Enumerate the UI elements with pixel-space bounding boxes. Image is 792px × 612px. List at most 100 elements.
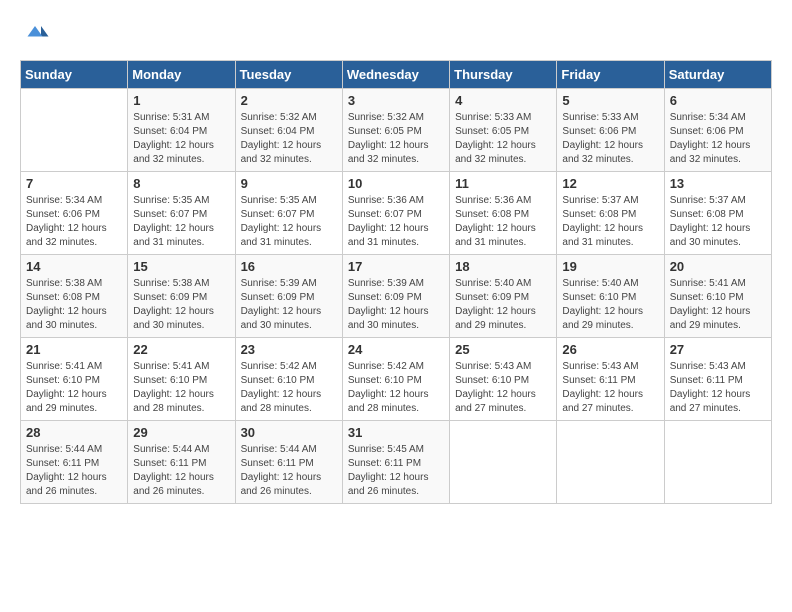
column-header-friday: Friday [557, 61, 664, 89]
calendar-cell: 16 Sunrise: 5:39 AMSunset: 6:09 PMDayligh… [235, 255, 342, 338]
day-number: 4 [455, 93, 551, 108]
day-number: 15 [133, 259, 229, 274]
calendar-cell [664, 421, 771, 504]
day-number: 29 [133, 425, 229, 440]
calendar-cell: 28 Sunrise: 5:44 AMSunset: 6:11 PMDayligh… [21, 421, 128, 504]
calendar-cell: 29 Sunrise: 5:44 AMSunset: 6:11 PMDayligh… [128, 421, 235, 504]
calendar-cell: 26 Sunrise: 5:43 AMSunset: 6:11 PMDayligh… [557, 338, 664, 421]
logo-icon [20, 20, 50, 50]
day-number: 26 [562, 342, 658, 357]
calendar-cell: 6 Sunrise: 5:34 AMSunset: 6:06 PMDaylight… [664, 89, 771, 172]
day-number: 1 [133, 93, 229, 108]
day-number: 6 [670, 93, 766, 108]
calendar-cell: 20 Sunrise: 5:41 AMSunset: 6:10 PMDayligh… [664, 255, 771, 338]
day-info: Sunrise: 5:34 AMSunset: 6:06 PMDaylight:… [26, 194, 122, 250]
day-info: Sunrise: 5:32 AMSunset: 6:05 PMDaylight:… [348, 111, 444, 167]
day-number: 9 [241, 176, 337, 191]
day-info: Sunrise: 5:33 AMSunset: 6:06 PMDaylight:… [562, 111, 658, 167]
calendar-cell: 14 Sunrise: 5:38 AMSunset: 6:08 PMDayligh… [21, 255, 128, 338]
day-number: 30 [241, 425, 337, 440]
day-number: 28 [26, 425, 122, 440]
day-info: Sunrise: 5:38 AMSunset: 6:09 PMDaylight:… [133, 277, 229, 333]
calendar-cell: 7 Sunrise: 5:34 AMSunset: 6:06 PMDaylight… [21, 172, 128, 255]
day-info: Sunrise: 5:34 AMSunset: 6:06 PMDaylight:… [670, 111, 766, 167]
day-number: 7 [26, 176, 122, 191]
calendar-cell: 21 Sunrise: 5:41 AMSunset: 6:10 PMDayligh… [21, 338, 128, 421]
day-info: Sunrise: 5:36 AMSunset: 6:08 PMDaylight:… [455, 194, 551, 250]
calendar-cell: 25Sunrise: 5:43 AMSunset: 6:10 PMDayligh… [450, 338, 557, 421]
day-number: 21 [26, 342, 122, 357]
day-number: 27 [670, 342, 766, 357]
calendar-cell: 9Sunrise: 5:35 AMSunset: 6:07 PMDaylight… [235, 172, 342, 255]
day-number: 12 [562, 176, 658, 191]
calendar-cell: 4 Sunrise: 5:33 AMSunset: 6:05 PMDaylight… [450, 89, 557, 172]
calendar-cell: 30Sunrise: 5:44 AMSunset: 6:11 PMDayligh… [235, 421, 342, 504]
day-info: Sunrise: 5:32 AMSunset: 6:04 PMDaylight:… [241, 111, 337, 167]
day-number: 3 [348, 93, 444, 108]
day-info: Sunrise: 5:41 AMSunset: 6:10 PMDaylight:… [133, 360, 229, 416]
week-row-4: 21 Sunrise: 5:41 AMSunset: 6:10 PMDayligh… [21, 338, 772, 421]
day-number: 17 [348, 259, 444, 274]
day-info: Sunrise: 5:45 AMSunset: 6:11 PMDaylight:… [348, 443, 444, 499]
calendar-cell: 19 Sunrise: 5:40 AMSunset: 6:10 PMDayligh… [557, 255, 664, 338]
calendar-cell: 3 Sunrise: 5:32 AMSunset: 6:05 PMDaylight… [342, 89, 449, 172]
day-number: 20 [670, 259, 766, 274]
calendar-cell: 27 Sunrise: 5:43 AMSunset: 6:11 PMDayligh… [664, 338, 771, 421]
day-info: Sunrise: 5:36 AMSunset: 6:07 PMDaylight:… [348, 194, 444, 250]
day-number: 19 [562, 259, 658, 274]
day-number: 2 [241, 93, 337, 108]
day-info: Sunrise: 5:42 AMSunset: 6:10 PMDaylight:… [348, 360, 444, 416]
day-info: Sunrise: 5:44 AMSunset: 6:11 PMDaylight:… [133, 443, 229, 499]
calendar-cell: 18 Sunrise: 5:40 AMSunset: 6:09 PMDayligh… [450, 255, 557, 338]
calendar-cell: 17 Sunrise: 5:39 AMSunset: 6:09 PMDayligh… [342, 255, 449, 338]
week-row-2: 7 Sunrise: 5:34 AMSunset: 6:06 PMDaylight… [21, 172, 772, 255]
header-row: SundayMondayTuesdayWednesdayThursdayFrid… [21, 61, 772, 89]
day-number: 13 [670, 176, 766, 191]
day-info: Sunrise: 5:41 AMSunset: 6:10 PMDaylight:… [26, 360, 122, 416]
day-number: 31 [348, 425, 444, 440]
week-row-5: 28 Sunrise: 5:44 AMSunset: 6:11 PMDayligh… [21, 421, 772, 504]
calendar-cell: 8Sunrise: 5:35 AMSunset: 6:07 PMDaylight… [128, 172, 235, 255]
day-info: Sunrise: 5:37 AMSunset: 6:08 PMDaylight:… [670, 194, 766, 250]
calendar-cell [557, 421, 664, 504]
day-number: 18 [455, 259, 551, 274]
day-number: 16 [241, 259, 337, 274]
day-info: Sunrise: 5:39 AMSunset: 6:09 PMDaylight:… [348, 277, 444, 333]
column-header-saturday: Saturday [664, 61, 771, 89]
calendar-cell: 10 Sunrise: 5:36 AMSunset: 6:07 PMDayligh… [342, 172, 449, 255]
day-number: 10 [348, 176, 444, 191]
calendar-cell [450, 421, 557, 504]
day-info: Sunrise: 5:42 AMSunset: 6:10 PMDaylight:… [241, 360, 337, 416]
day-info: Sunrise: 5:40 AMSunset: 6:09 PMDaylight:… [455, 277, 551, 333]
day-number: 11 [455, 176, 551, 191]
calendar-cell: 31 Sunrise: 5:45 AMSunset: 6:11 PMDayligh… [342, 421, 449, 504]
day-info: Sunrise: 5:43 AMSunset: 6:11 PMDaylight:… [670, 360, 766, 416]
day-number: 25 [455, 342, 551, 357]
day-number: 5 [562, 93, 658, 108]
calendar-cell [21, 89, 128, 172]
column-header-monday: Monday [128, 61, 235, 89]
calendar-cell: 2 Sunrise: 5:32 AMSunset: 6:04 PMDaylight… [235, 89, 342, 172]
calendar-cell: 1 Sunrise: 5:31 AMSunset: 6:04 PMDaylight… [128, 89, 235, 172]
column-header-tuesday: Tuesday [235, 61, 342, 89]
week-row-3: 14 Sunrise: 5:38 AMSunset: 6:08 PMDayligh… [21, 255, 772, 338]
day-info: Sunrise: 5:37 AMSunset: 6:08 PMDaylight:… [562, 194, 658, 250]
day-info: Sunrise: 5:39 AMSunset: 6:09 PMDaylight:… [241, 277, 337, 333]
calendar-cell: 24Sunrise: 5:42 AMSunset: 6:10 PMDayligh… [342, 338, 449, 421]
column-header-sunday: Sunday [21, 61, 128, 89]
calendar-cell: 5 Sunrise: 5:33 AMSunset: 6:06 PMDaylight… [557, 89, 664, 172]
day-info: Sunrise: 5:33 AMSunset: 6:05 PMDaylight:… [455, 111, 551, 167]
day-info: Sunrise: 5:41 AMSunset: 6:10 PMDaylight:… [670, 277, 766, 333]
calendar-cell: 12 Sunrise: 5:37 AMSunset: 6:08 PMDayligh… [557, 172, 664, 255]
day-info: Sunrise: 5:44 AMSunset: 6:11 PMDaylight:… [26, 443, 122, 499]
day-info: Sunrise: 5:31 AMSunset: 6:04 PMDaylight:… [133, 111, 229, 167]
calendar-cell: 15 Sunrise: 5:38 AMSunset: 6:09 PMDayligh… [128, 255, 235, 338]
calendar-cell: 23Sunrise: 5:42 AMSunset: 6:10 PMDayligh… [235, 338, 342, 421]
day-number: 14 [26, 259, 122, 274]
column-header-wednesday: Wednesday [342, 61, 449, 89]
calendar-table: SundayMondayTuesdayWednesdayThursdayFrid… [20, 60, 772, 504]
day-info: Sunrise: 5:43 AMSunset: 6:11 PMDaylight:… [562, 360, 658, 416]
column-header-thursday: Thursday [450, 61, 557, 89]
day-info: Sunrise: 5:38 AMSunset: 6:08 PMDaylight:… [26, 277, 122, 333]
day-info: Sunrise: 5:40 AMSunset: 6:10 PMDaylight:… [562, 277, 658, 333]
